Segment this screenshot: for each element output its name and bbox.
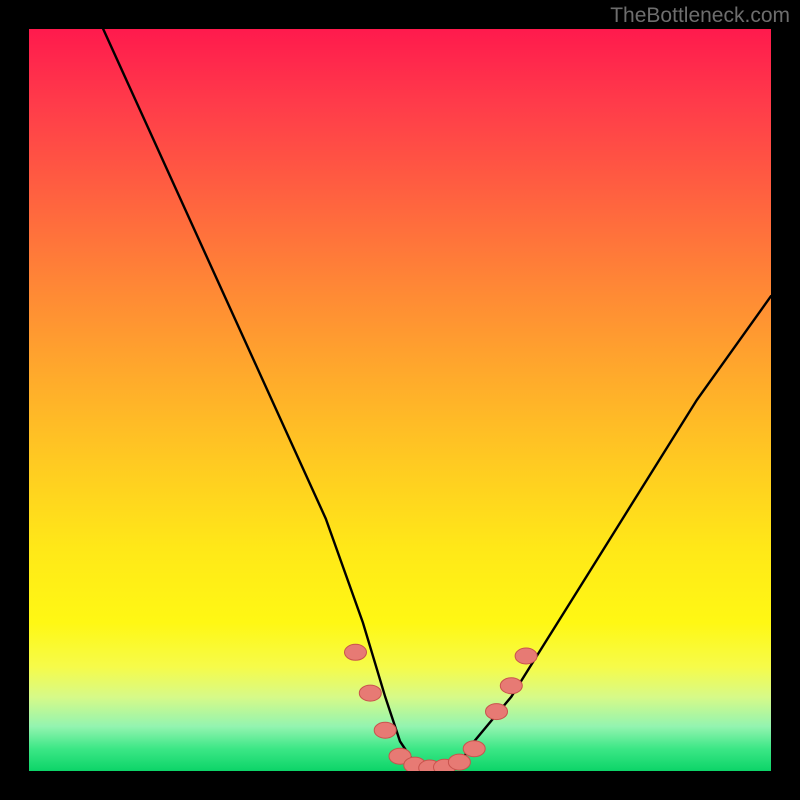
watermark-text: TheBottleneck.com xyxy=(610,4,790,28)
chart-plot-area xyxy=(29,29,771,771)
curve-markers xyxy=(345,644,538,771)
curve-marker xyxy=(515,648,537,664)
curve-marker xyxy=(486,704,508,720)
chart-svg xyxy=(29,29,771,771)
chart-frame: TheBottleneck.com xyxy=(0,0,800,800)
curve-marker xyxy=(463,741,485,757)
bottleneck-curve xyxy=(103,29,771,771)
curve-marker xyxy=(359,685,381,701)
curve-marker xyxy=(500,678,522,694)
curve-marker xyxy=(448,754,470,770)
curve-marker xyxy=(374,722,396,738)
curve-marker xyxy=(345,644,367,660)
